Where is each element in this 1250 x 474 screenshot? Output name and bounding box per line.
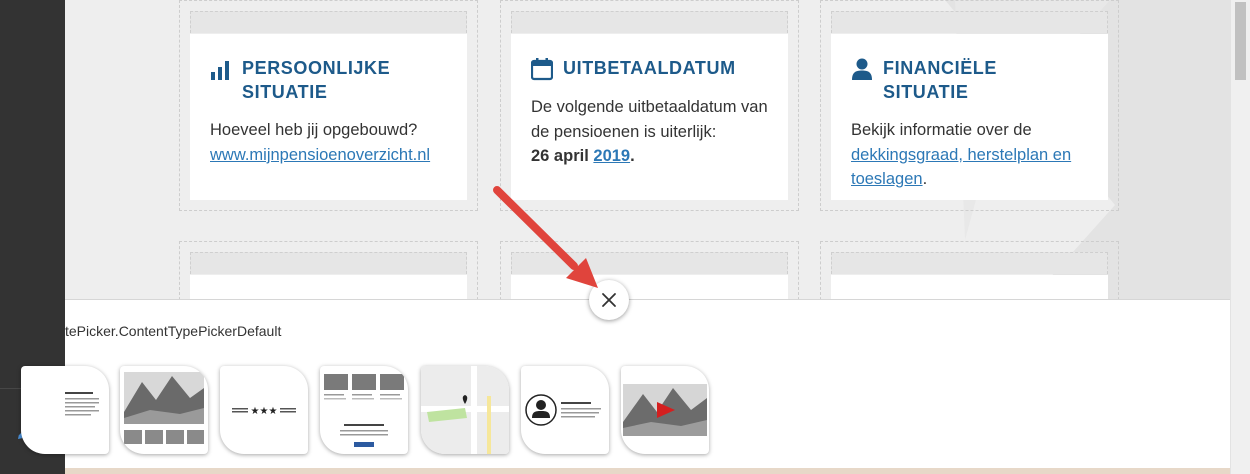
payout-date: 26 april xyxy=(531,147,589,165)
person-icon xyxy=(852,58,872,80)
divider-stars-template[interactable]: ★★★ xyxy=(220,366,308,454)
info-card-partial xyxy=(511,275,788,300)
person-icon xyxy=(536,400,546,410)
card-text: Hoeveel heb jij opgebouwd? xyxy=(210,121,418,139)
stars-label: ★★★ xyxy=(251,406,278,417)
card-title: FINANCIËLE SITUATIE xyxy=(883,58,997,102)
info-card-financiele-situatie: FINANCIËLE SITUATIE Bekijk informatie ov… xyxy=(831,34,1108,200)
scrollbar-thumb[interactable] xyxy=(1235,2,1246,80)
coverage-ratio-link[interactable]: dekkingsgraad, herstelplan en toeslagen xyxy=(851,146,1071,189)
pension-overview-link[interactable]: www.mijnpensioenoverzicht.nl xyxy=(210,146,430,164)
bar-chart-icon xyxy=(211,61,229,80)
slot-header-bar xyxy=(831,11,1108,33)
payout-date-end: . xyxy=(630,147,635,165)
year-link[interactable]: 2019 xyxy=(593,147,630,165)
map-template[interactable] xyxy=(421,366,509,454)
info-card-persoonlijke-situatie: PERSOONLIJKE SITUATIE Hoeveel heb jij op… xyxy=(190,34,467,200)
info-card-uitbetaaldatum: UITBETAALDATUM De volgende uitbetaaldatu… xyxy=(511,34,788,200)
vertical-scrollbar[interactable] xyxy=(1230,0,1250,474)
bottom-edge-strip xyxy=(65,468,1230,474)
page-canvas: PERSOONLIJKE SITUATIE Hoeveel heb jij op… xyxy=(65,0,1230,300)
content-slot: FINANCIËLE SITUATIE Bekijk informatie ov… xyxy=(820,0,1119,211)
close-icon xyxy=(602,293,616,307)
profile-template[interactable] xyxy=(521,366,609,454)
image-gallery-template[interactable] xyxy=(120,366,208,454)
content-slot xyxy=(500,241,799,300)
slot-header-bar xyxy=(190,252,467,274)
content-slot xyxy=(820,241,1119,300)
card-title: PERSOONLIJKE SITUATIE xyxy=(242,58,391,102)
video-template[interactable] xyxy=(621,366,709,454)
info-card-partial xyxy=(190,275,467,300)
content-slot xyxy=(179,241,478,300)
content-slot: PERSOONLIJKE SITUATIE Hoeveel heb jij op… xyxy=(179,0,478,211)
content-slot: UITBETAALDATUM De volgende uitbetaaldatu… xyxy=(500,0,799,211)
slot-header-bar xyxy=(831,252,1108,274)
text-block-template[interactable] xyxy=(21,366,109,454)
slot-header-bar xyxy=(511,11,788,33)
three-column-template[interactable] xyxy=(320,366,408,454)
card-text: Bekijk informatie over de xyxy=(851,121,1032,139)
slot-header-bar xyxy=(190,11,467,33)
card-text: De volgende uitbetaaldatum van de pensio… xyxy=(531,98,768,141)
slot-header-bar xyxy=(511,252,788,274)
calendar-icon xyxy=(531,58,553,81)
info-card-partial xyxy=(831,275,1108,300)
card-title: UITBETAALDATUM xyxy=(563,58,736,78)
content-type-picker: tePicker.ContentTypePickerDefault ★★★ xyxy=(21,299,1230,468)
card-text-end: . xyxy=(922,170,928,188)
close-button[interactable] xyxy=(589,280,629,320)
picker-label: tePicker.ContentTypePickerDefault xyxy=(65,323,282,339)
